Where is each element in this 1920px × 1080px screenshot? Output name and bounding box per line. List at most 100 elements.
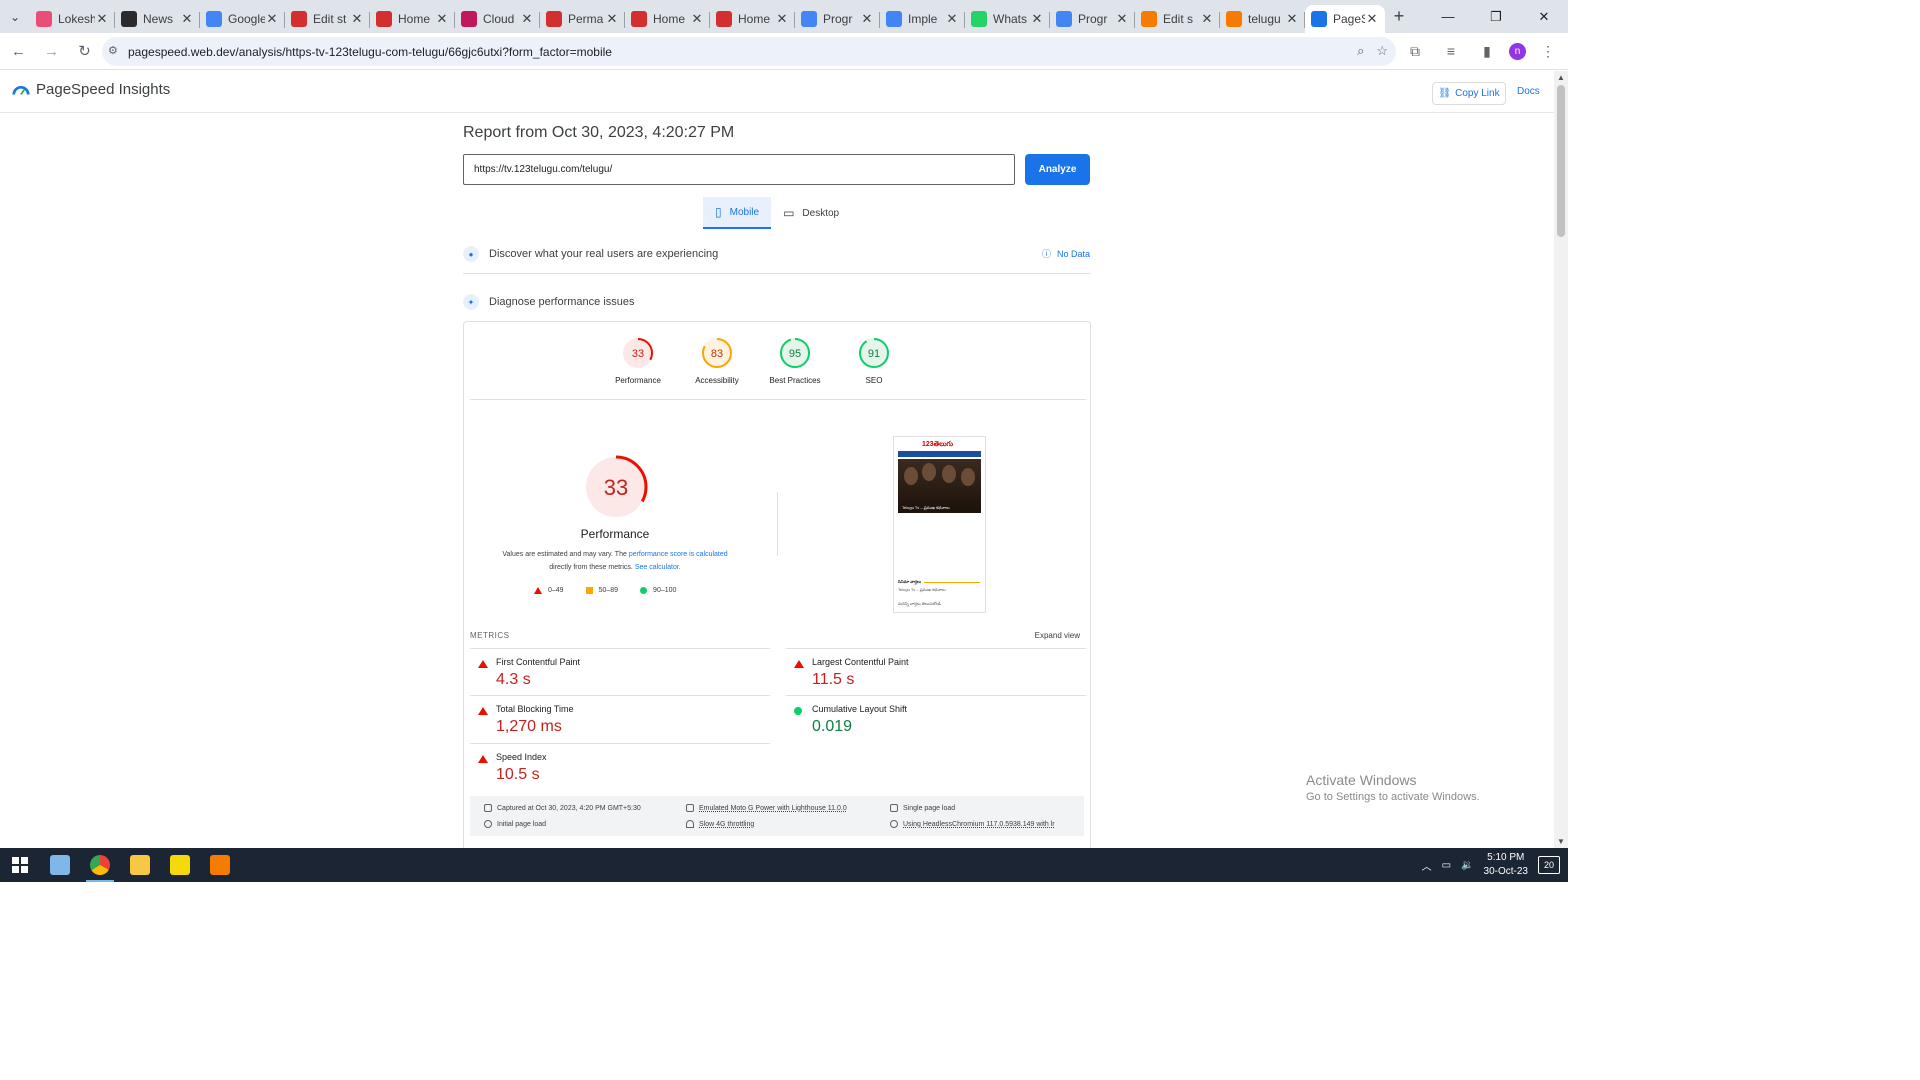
browser-tab[interactable]: Home ✕ (625, 5, 710, 33)
browser-version-text: Using HeadlessChromium 117.0.5938.149 wi… (903, 820, 1055, 828)
legend-fail-label: 0–49 (548, 587, 564, 594)
browser-tab[interactable]: telugu ✕ (1220, 5, 1305, 33)
emulated-device[interactable]: Emulated Moto G Power with Lighthouse 11… (686, 804, 847, 812)
browser-tab[interactable]: Progr ✕ (1050, 5, 1135, 33)
menu-kebab-icon[interactable]: ⋮ (1534, 37, 1562, 65)
browser-tab[interactable]: Progr ✕ (795, 5, 880, 33)
tab-close-icon[interactable]: ✕ (1115, 11, 1129, 27)
tab-close-icon[interactable]: ✕ (180, 11, 194, 27)
thumb-face (904, 467, 918, 485)
copy-link-button[interactable]: ⛓ Copy Link (1432, 82, 1506, 105)
browser-tab[interactable]: Edit s ✕ (1135, 5, 1220, 33)
tab-title: Progr (823, 12, 853, 26)
close-window-icon[interactable]: ✕ (1520, 0, 1568, 33)
tab-desktop[interactable]: ▭ Desktop (771, 197, 851, 229)
psi-logo[interactable]: PageSpeed Insights (12, 81, 170, 98)
tab-close-icon[interactable]: ✕ (775, 11, 789, 27)
tab-close-icon[interactable]: ✕ (520, 11, 534, 27)
gauge-performance[interactable]: 33 Performance (603, 336, 673, 385)
taskbar-file-explorer[interactable] (120, 848, 160, 882)
tab-close-icon[interactable]: ✕ (435, 11, 449, 27)
real-users-heading: Discover what your real users are experi… (489, 248, 719, 260)
sticky-notes-icon (170, 855, 190, 875)
tab-favicon-icon (546, 11, 562, 27)
thumb-face (961, 468, 975, 486)
tab-close-icon[interactable]: ✕ (1030, 11, 1044, 27)
thumb-caption: Telugu Tv – ప్రముఖ కథనాలు (902, 505, 950, 510)
scroll-up-icon[interactable]: ▲ (1557, 73, 1565, 82)
tab-close-icon[interactable]: ✕ (1285, 11, 1299, 27)
back-icon[interactable]: ← (4, 37, 33, 66)
start-button[interactable] (0, 848, 40, 882)
page-scrollbar[interactable]: ▲ ▼ (1554, 71, 1568, 848)
site-info-icon[interactable]: ⚙ (108, 44, 122, 58)
profile-avatar[interactable]: n (1509, 42, 1526, 60)
tab-close-icon[interactable]: ✕ (945, 11, 959, 27)
scrollbar-thumb[interactable] (1557, 85, 1565, 237)
browser-tab[interactable]: Google ✕ (200, 5, 285, 33)
browser-tab[interactable]: PageS✕ (1305, 5, 1385, 33)
taskbar-xampp[interactable] (200, 848, 240, 882)
network-icon[interactable]: ▭ (1442, 860, 1451, 871)
taskbar-sticky-notes[interactable] (160, 848, 200, 882)
minimize-icon[interactable]: — (1424, 0, 1472, 33)
scroll-down-icon[interactable]: ▼ (1557, 837, 1565, 846)
tab-close-icon[interactable]: ✕ (1365, 11, 1379, 27)
gauge-best-practices[interactable]: 95 Best Practices (760, 336, 830, 385)
reload-icon[interactable]: ↻ (70, 37, 99, 66)
analyze-button[interactable]: Analyze (1025, 154, 1090, 185)
browser-tab[interactable]: Cloud ✕ (455, 5, 540, 33)
final-screenshot[interactable]: 123తెలుగు Telugu Tv – ప్రముఖ కథనాలు సిని… (893, 436, 986, 613)
tray-chevron-icon[interactable]: ︿ (1422, 858, 1432, 873)
extensions-icon[interactable]: ⧉ (1401, 37, 1429, 65)
notification-center-icon[interactable]: 20 (1538, 856, 1560, 874)
zoom-icon[interactable]: ⌕ (1357, 43, 1364, 59)
media-control-icon[interactable]: ≡ (1437, 37, 1465, 65)
browser-tab[interactable]: News ✕ (115, 5, 200, 33)
volume-icon[interactable]: 🔉 (1461, 860, 1473, 871)
tab-title: Home (653, 12, 686, 26)
restore-icon[interactable]: ❐ (1472, 0, 1520, 33)
performance-big-score: 33 (604, 475, 628, 500)
gauge-score: 91 (868, 348, 880, 360)
throttling[interactable]: Slow 4G throttling (686, 820, 754, 828)
clock-time: 5:10 PM (1487, 852, 1525, 863)
tab-search-chevron-icon[interactable]: ⌄ (0, 0, 30, 33)
desktop-icon: ▭ (783, 206, 795, 220)
gauge-seo[interactable]: 91 SEO (839, 336, 909, 385)
tab-close-icon[interactable]: ✕ (860, 11, 874, 27)
see-calculator-link[interactable]: See calculator. (635, 564, 681, 571)
gauge-accessibility[interactable]: 83 Accessibility (682, 336, 752, 385)
bookmark-star-icon[interactable]: ☆ (1376, 43, 1388, 59)
taskbar-chrome[interactable] (80, 848, 120, 882)
clock[interactable]: 5:10 PM 30-Oct-23 (1484, 851, 1528, 879)
taskbar-notes-app[interactable] (40, 848, 80, 882)
tab-close-icon[interactable]: ✕ (605, 11, 619, 27)
address-bar[interactable]: ⚙ pagespeed.web.dev/analysis/https-tv-12… (102, 37, 1396, 66)
tab-close-icon[interactable]: ✕ (350, 11, 364, 27)
side-panel-icon[interactable]: ▮ (1473, 37, 1501, 65)
tab-close-icon[interactable]: ✕ (95, 11, 109, 27)
expand-view-toggle[interactable]: Expand view (1035, 631, 1080, 640)
legend-pass: 90–100 (640, 587, 676, 594)
real-users-section[interactable]: ● Discover what your real users are expe… (463, 243, 1090, 265)
browser-tab[interactable]: Perma ✕ (540, 5, 625, 33)
tab-close-icon[interactable]: ✕ (690, 11, 704, 27)
browser-tab[interactable]: Imple ✕ (880, 5, 965, 33)
browser-tab[interactable]: Home ✕ (710, 5, 795, 33)
browser-tab[interactable]: Edit st ✕ (285, 5, 370, 33)
tab-close-icon[interactable]: ✕ (265, 11, 279, 27)
new-tab-button[interactable]: + (1385, 6, 1413, 27)
forward-icon[interactable]: → (37, 37, 66, 66)
docs-link[interactable]: Docs (1517, 86, 1540, 97)
browser-tab[interactable]: Home ✕ (370, 5, 455, 33)
url-input[interactable]: https://tv.123telugu.com/telugu/ (463, 154, 1015, 185)
browser-tab[interactable]: Whats ✕ (965, 5, 1050, 33)
tab-close-icon[interactable]: ✕ (1200, 11, 1214, 27)
pass-circle-icon (640, 587, 648, 594)
tab-mobile[interactable]: ▯ Mobile (703, 197, 772, 229)
browser-version[interactable]: Using HeadlessChromium 117.0.5938.149 wi… (890, 820, 1055, 828)
score-calculated-link[interactable]: performance score is calculated (629, 551, 728, 558)
gauge-ring: 95 (780, 338, 810, 368)
browser-tab[interactable]: Lokesh ✕ (30, 5, 115, 33)
